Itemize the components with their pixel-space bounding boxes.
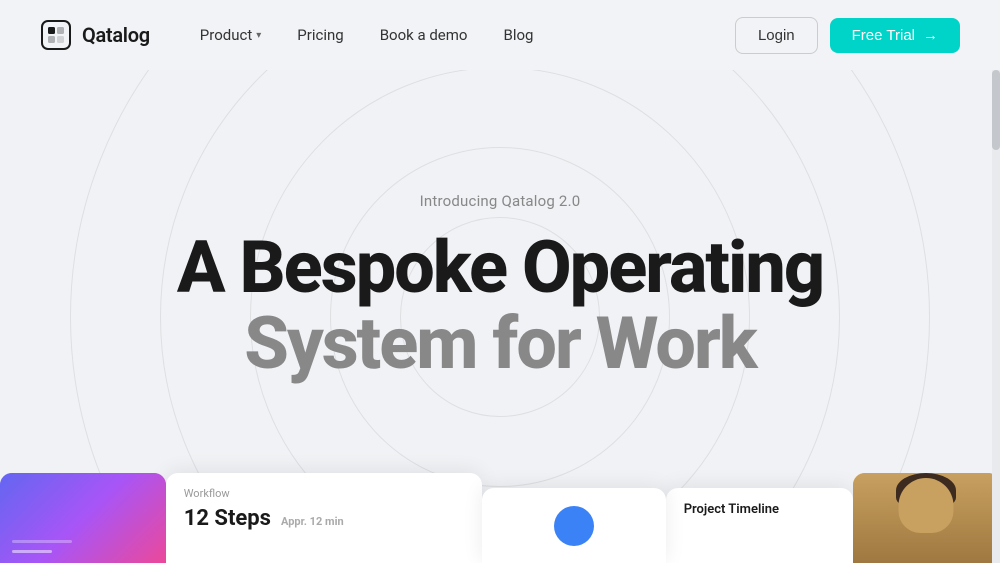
nav-pricing-label: Pricing: [297, 26, 343, 44]
navbar-right: Login Free Trial →: [735, 17, 960, 54]
nav-links: Product ▾ Pricing Book a demo Blog: [186, 18, 548, 52]
project-timeline-label: Project Timeline: [684, 502, 835, 517]
free-trial-label: Free Trial: [852, 27, 915, 44]
logo-text: Qatalog: [82, 23, 150, 47]
nav-book-demo[interactable]: Book a demo: [366, 18, 482, 52]
center-circle-icon: [554, 506, 594, 546]
arrow-icon: →: [923, 27, 938, 44]
hero-title-line2: System for Work: [177, 306, 823, 382]
hero-title-line1: A Bespoke Operating: [177, 230, 823, 306]
navbar: Qatalog Product ▾ Pricing Book a demo Bl…: [0, 0, 1000, 70]
login-button[interactable]: Login: [735, 17, 818, 54]
card-left-abstract: [0, 473, 166, 563]
chevron-down-icon: ▾: [256, 30, 261, 41]
person-head: [899, 478, 954, 533]
scrollbar[interactable]: [992, 70, 1000, 563]
free-trial-button[interactable]: Free Trial →: [830, 18, 960, 53]
card-project-timeline: Project Timeline: [666, 488, 853, 563]
workflow-label: Workflow: [184, 487, 464, 500]
bottom-cards: Workflow 12 Steps Appr. 12 min Project T…: [0, 473, 1000, 563]
hero-section: Introducing Qatalog 2.0 A Bespoke Operat…: [0, 70, 1000, 563]
workflow-time: Appr. 12 min: [281, 515, 344, 528]
nav-product[interactable]: Product ▾: [186, 18, 275, 52]
logo-icon: [40, 19, 72, 51]
logo[interactable]: Qatalog: [40, 19, 150, 51]
card-center: [482, 488, 666, 563]
scrollbar-thumb[interactable]: [992, 70, 1000, 150]
nav-blog-label: Blog: [503, 26, 533, 44]
nav-product-label: Product: [200, 26, 252, 44]
hero-subtitle: Introducing Qatalog 2.0: [177, 192, 823, 210]
hero-title: A Bespoke Operating System for Work: [177, 230, 823, 381]
hero-content: Introducing Qatalog 2.0 A Bespoke Operat…: [177, 192, 823, 381]
workflow-title: 12 Steps Appr. 12 min: [184, 506, 464, 531]
card-workflow: Workflow 12 Steps Appr. 12 min: [166, 473, 482, 563]
nav-pricing[interactable]: Pricing: [283, 18, 357, 52]
card-right-person: [853, 473, 1000, 563]
workflow-steps: 12 Steps: [184, 506, 271, 531]
nav-blog[interactable]: Blog: [489, 18, 547, 52]
navbar-left: Qatalog Product ▾ Pricing Book a demo Bl…: [40, 18, 547, 52]
nav-book-demo-label: Book a demo: [380, 26, 468, 44]
